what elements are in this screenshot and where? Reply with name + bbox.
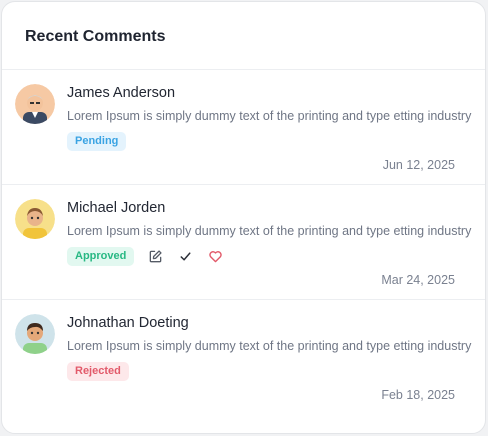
avatar: [15, 199, 55, 239]
comment-meta: Rejected: [67, 362, 129, 381]
commenter-name: James Anderson: [67, 85, 176, 101]
comment-date: Mar 24, 2025: [381, 273, 455, 287]
avatar: [15, 84, 55, 124]
recent-comments-card: Recent Comments James Anderson Lorem Ips…: [1, 1, 486, 434]
comment-text: Lorem Ipsum is simply dummy text of the …: [67, 109, 472, 123]
avatar: [15, 314, 55, 354]
commenter-name: Johnathan Doeting: [67, 315, 189, 331]
comment-date: Feb 18, 2025: [381, 388, 455, 402]
comment-meta: Approved: [67, 247, 224, 266]
status-badge: Rejected: [67, 362, 129, 381]
check-icon[interactable]: [176, 248, 194, 266]
status-badge: Pending: [67, 132, 127, 151]
card-header: Recent Comments: [2, 2, 485, 70]
commenter-name: Michael Jorden: [67, 200, 166, 216]
comment-item: Michael Jorden Lorem Ipsum is simply dum…: [2, 185, 485, 300]
comment-date: Jun 12, 2025: [382, 158, 455, 172]
comment-text: Lorem Ipsum is simply dummy text of the …: [67, 224, 472, 238]
heart-icon[interactable]: [206, 248, 224, 266]
comment-text: Lorem Ipsum is simply dummy text of the …: [67, 339, 472, 353]
card-title: Recent Comments: [25, 28, 166, 45]
comment-item: Johnathan Doeting Lorem Ipsum is simply …: [2, 300, 485, 415]
edit-icon[interactable]: [146, 248, 164, 266]
status-badge: Approved: [67, 247, 135, 266]
comment-meta: Pending: [67, 132, 127, 151]
comment-item: James Anderson Lorem Ipsum is simply dum…: [2, 70, 485, 185]
